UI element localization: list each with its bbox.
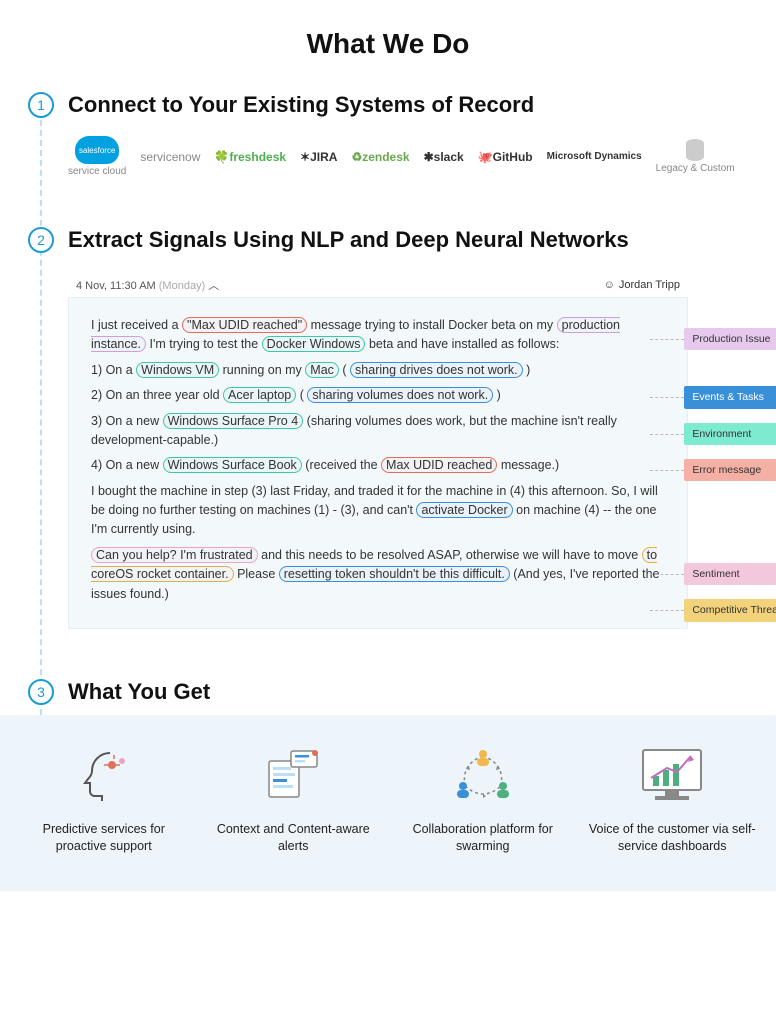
step-2-number: 2 [28, 227, 54, 253]
callout-competitive: Competitive Threads [684, 599, 776, 621]
collaboration-icon [447, 744, 519, 806]
dashboard-icon [637, 746, 707, 804]
salesforce-cloud-icon: salesforce [75, 136, 119, 164]
step-2: 2 Extract Signals Using NLP and Deep Neu… [52, 227, 756, 679]
benefits-row: Predictive services for proactive suppor… [0, 715, 776, 891]
message-day: (Monday) [159, 280, 205, 292]
chevron-up-icon: ︿ [208, 280, 219, 292]
hl-event: sharing volumes does not work. [307, 387, 493, 403]
step-3-number: 3 [28, 679, 54, 705]
benefit-alerts-label: Context and Content-aware alerts [208, 821, 378, 855]
hl-env: Windows Surface Book [163, 457, 302, 473]
callout-production: Production Issue [684, 328, 776, 350]
hl-sentiment: Can you help? I'm frustrated [91, 547, 258, 563]
hl-event: activate Docker [416, 502, 512, 518]
step-2-heading: Extract Signals Using NLP and Deep Neura… [52, 227, 756, 253]
benefit-predictive: Predictive services for proactive suppor… [19, 743, 189, 855]
page-title: What We Do [0, 0, 776, 92]
database-icon [686, 139, 704, 161]
legacy-label: Legacy & Custom [656, 163, 735, 174]
callout-environment: Environment [684, 423, 776, 445]
hl-env: Mac [305, 362, 339, 378]
logo-slack: ✱slack [424, 150, 464, 164]
benefit-collab-label: Collaboration platform for swarming [398, 821, 568, 855]
logo-legacy: Legacy & Custom [656, 139, 735, 174]
message-author: ☺ Jordan Tripp [604, 279, 680, 291]
hl-event: resetting token shouldn't be this diffic… [279, 566, 510, 582]
benefit-alerts: Context and Content-aware alerts [208, 743, 378, 855]
timeline-line [40, 120, 42, 715]
integration-logos: salesforce service cloud servicenow 🍀fre… [52, 118, 756, 177]
callout-sentiment: Sentiment [684, 563, 776, 585]
benefit-dashboard-label: Voice of the customer via self-service d… [587, 821, 757, 855]
logo-zendesk: ♻zendesk [351, 150, 409, 164]
timeline: 1 Connect to Your Existing Systems of Re… [0, 92, 776, 715]
message-meta: 4 Nov, 11:30 AM (Monday) ︿ ☺ Jordan Trip… [68, 273, 688, 297]
benefit-predictive-label: Predictive services for proactive suppor… [19, 821, 189, 855]
logo-salesforce: salesforce service cloud [68, 136, 126, 177]
logo-servicenow: servicenow [140, 150, 200, 164]
hl-error: Max UDID reached [381, 457, 497, 473]
benefit-collab: Collaboration platform for swarming [398, 743, 568, 855]
step-3: 3 What You Get [52, 679, 756, 715]
logo-jira: ✶JIRA [300, 150, 337, 164]
user-icon: ☺ [604, 279, 615, 291]
salesforce-subtitle: service cloud [68, 166, 126, 177]
callout-events: Events & Tasks [684, 386, 776, 408]
step-1-heading: Connect to Your Existing Systems of Reco… [52, 92, 756, 118]
logo-msdynamics: Microsoft Dynamics [547, 152, 642, 162]
hl-env: Acer laptop [223, 387, 296, 403]
alerts-icon [261, 747, 325, 803]
predictive-head-icon [72, 747, 136, 803]
hl-env: Windows Surface Pro 4 [163, 413, 304, 429]
message-date: 4 Nov, 11:30 AM [76, 280, 156, 292]
callout-error: Error message [684, 459, 776, 481]
benefit-dashboard: Voice of the customer via self-service d… [587, 743, 757, 855]
step-1: 1 Connect to Your Existing Systems of Re… [52, 92, 756, 227]
step-3-heading: What You Get [52, 679, 756, 705]
logo-github: 🐙GitHub [478, 150, 533, 164]
step-1-number: 1 [28, 92, 54, 118]
message-author-name: Jordan Tripp [619, 279, 680, 291]
hl-event: sharing drives does not work. [350, 362, 523, 378]
hl-env: Docker Windows [262, 336, 366, 352]
message-panel: 4 Nov, 11:30 AM (Monday) ︿ ☺ Jordan Trip… [68, 273, 688, 629]
hl-error: "Max UDID reached" [182, 317, 307, 333]
hl-env: Windows VM [136, 362, 219, 378]
logo-freshdesk: 🍀freshdesk [214, 150, 286, 164]
signal-callouts: Production Issue Events & Tasks Environm… [684, 328, 776, 622]
message-body: I just received a "Max UDID reached" mes… [68, 297, 688, 629]
